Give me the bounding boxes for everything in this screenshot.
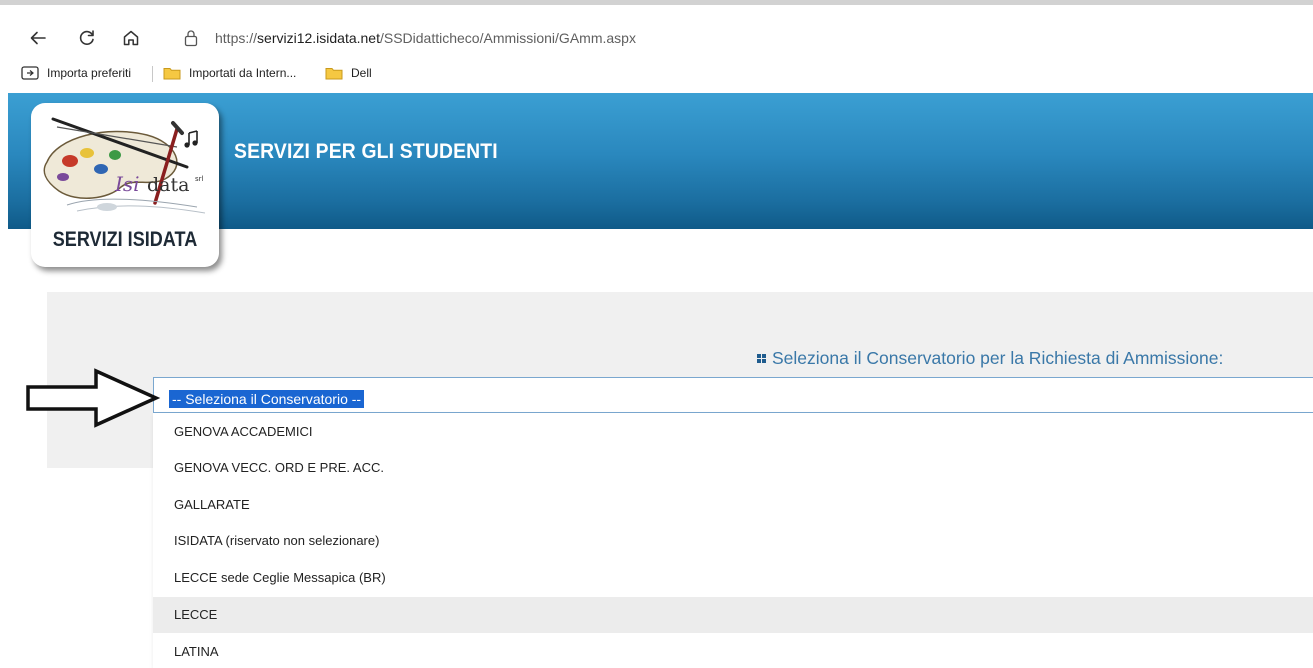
bookmark-label: Importa preferiti <box>47 66 132 80</box>
isidata-logo[interactable]: Isi data srl SERVIZI ISIDATA <box>31 103 219 267</box>
logo-wordmark-srl: srl <box>195 175 204 183</box>
import-favorites-icon <box>21 66 39 80</box>
logo-wordmark-isi: Isi <box>114 172 140 196</box>
back-button[interactable] <box>27 27 49 49</box>
dropdown-option[interactable]: LATINA <box>153 634 1313 668</box>
url-host: servizi12.isidata.net <box>257 30 380 46</box>
bookmark-imported-folder[interactable]: Importati da Intern... <box>163 65 296 81</box>
dropdown-option[interactable]: LECCE sede Ceglie Messapica (BR) <box>153 560 1313 596</box>
palette-violin-logo-icon: Isi data srl <box>43 117 206 214</box>
section-label-text: Seleziona il Conservatorio per la Richie… <box>772 348 1224 368</box>
browser-toolbar: https://servizi12.isidata.net/SSDidattic… <box>0 20 1313 56</box>
url-prefix: https:// <box>215 30 258 46</box>
address-bar[interactable]: https://servizi12.isidata.net/SSDidattic… <box>165 23 1313 53</box>
logo-wordmark-data: data <box>147 174 189 196</box>
folder-icon <box>163 68 181 80</box>
lock-icon[interactable] <box>183 29 199 47</box>
url-path: /SSDidatticheco/Ammissioni/GAmm.aspx <box>379 30 636 46</box>
conservatorio-select[interactable]: -- Seleziona il Conservatorio -- <box>153 377 1313 413</box>
bookmark-label: Dell <box>351 66 372 80</box>
folder-icon <box>325 68 343 80</box>
dropdown-option[interactable]: GENOVA VECC. ORD E PRE. ACC. <box>153 450 1313 486</box>
dropdown-option[interactable]: ISIDATA (riservato non selezionare) <box>153 523 1313 559</box>
window-top-strip <box>0 0 1313 20</box>
url-text[interactable]: https://servizi12.isidata.net/SSDidattic… <box>215 30 636 46</box>
right-arrow-pointer-icon <box>26 368 161 428</box>
page-title: SERVIZI PER GLI STUDENTI <box>234 140 498 163</box>
dropdown-option[interactable]: GALLARATE <box>153 487 1313 523</box>
home-icon <box>123 30 139 46</box>
bookmarks-bar: Importa preferiti Importati da Intern...… <box>0 58 1313 88</box>
grid-squares-icon <box>757 354 766 363</box>
bookmark-dell-folder[interactable]: Dell <box>325 65 372 81</box>
logo-caption: SERVIZI ISIDATA <box>52 228 198 251</box>
bookmark-label: Importati da Intern... <box>189 66 297 80</box>
conservatorio-dropdown-list: GENOVA ACCADEMICI GENOVA VECC. ORD E PRE… <box>153 413 1313 668</box>
reload-icon <box>79 30 94 45</box>
dropdown-option[interactable]: GENOVA ACCADEMICI <box>153 414 1313 450</box>
section-label: Seleziona il Conservatorio per la Richie… <box>757 348 1223 369</box>
home-button[interactable] <box>120 27 142 49</box>
select-current-value: -- Seleziona il Conservatorio -- <box>169 390 365 408</box>
bookmark-import-favorites[interactable]: Importa preferiti <box>21 65 131 81</box>
bookmarks-divider <box>152 66 153 82</box>
reload-button[interactable] <box>76 27 98 49</box>
page: https://servizi12.isidata.net/SSDidattic… <box>0 0 1313 668</box>
back-arrow-icon <box>30 31 46 45</box>
dropdown-option-hovered[interactable]: LECCE <box>153 597 1313 633</box>
